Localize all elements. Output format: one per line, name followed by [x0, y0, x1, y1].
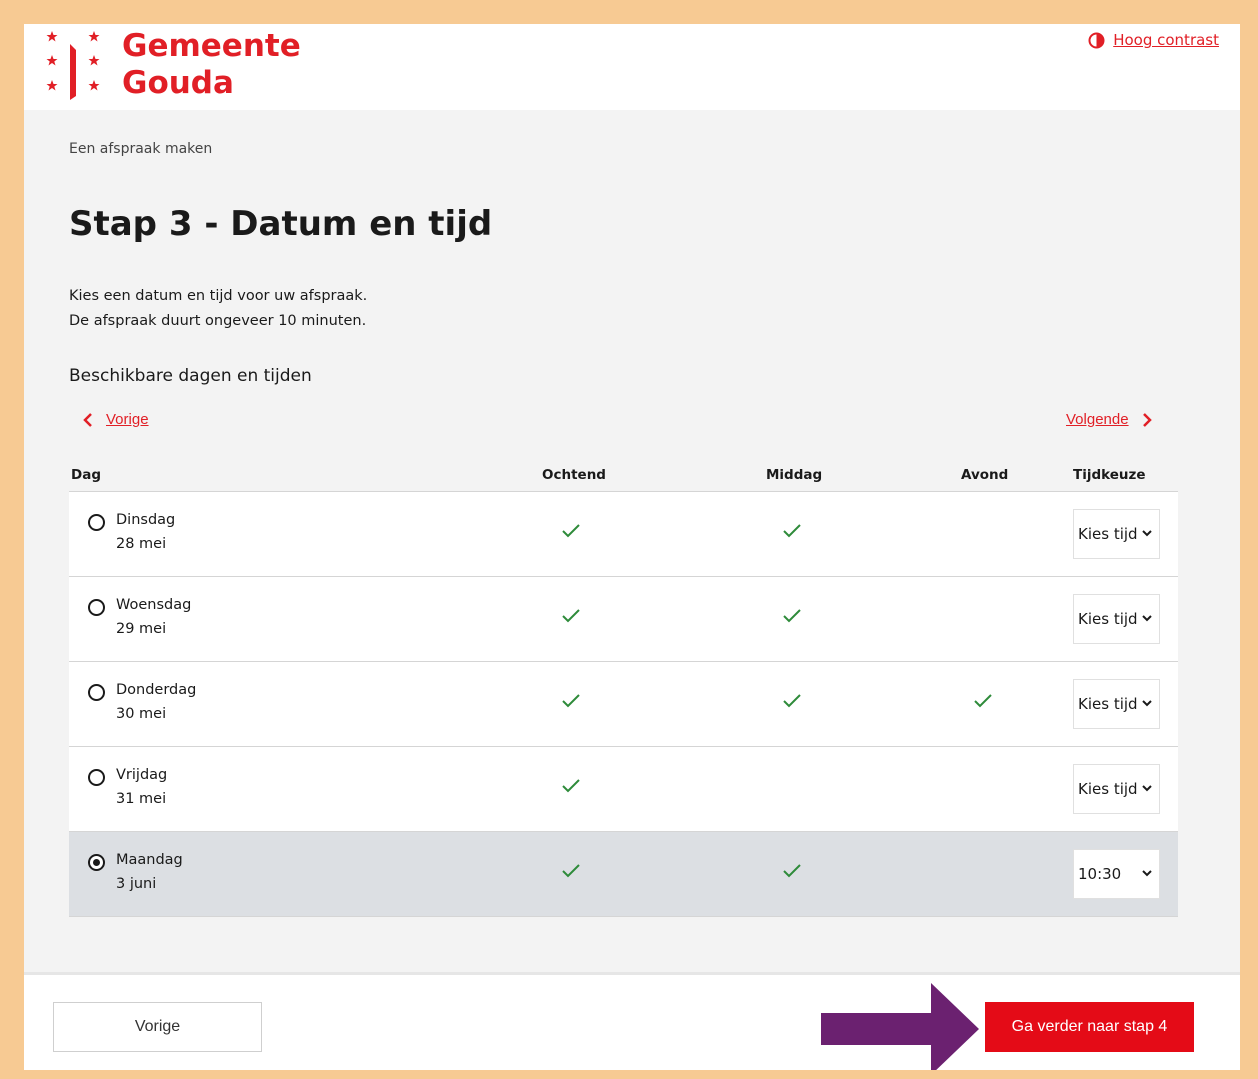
time-select[interactable]: Kies tijd — [1073, 679, 1160, 729]
table-row[interactable]: Donderdag 30 mei Kies tijd — [69, 661, 1178, 746]
continue-button[interactable]: Ga verder naar stap 4 — [985, 1002, 1194, 1052]
checkmark-icon — [783, 864, 801, 878]
header-morning: Ochtend — [542, 467, 606, 483]
day-radio[interactable] — [88, 514, 105, 531]
checkmark-icon — [562, 609, 580, 623]
day-date: 28 mei — [116, 536, 167, 552]
table-row[interactable]: Maandag 3 juni 10:30 — [69, 831, 1178, 916]
table-body: Dinsdag 28 mei Kies tijd Woensdag 29 mei Kies… — [69, 491, 1178, 917]
prev-week-link[interactable]: Vorige — [82, 411, 149, 428]
contrast-link[interactable]: Hoog contrast — [1113, 31, 1219, 49]
day-name: Vrijdag — [116, 767, 168, 783]
table-header: Dag Ochtend Middag Avond Tijdkeuze — [69, 461, 1178, 491]
prev-week-label[interactable]: Vorige — [106, 411, 149, 428]
header-evening: Avond — [961, 467, 1009, 483]
time-select[interactable]: Kies tijd — [1073, 509, 1160, 559]
chevron-down-icon — [1142, 615, 1152, 622]
checkmark-icon — [562, 779, 580, 793]
breadcrumb: Een afspraak maken — [69, 141, 213, 157]
intro-line1: Kies een datum en tijd voor uw afspraak. — [69, 288, 368, 304]
day-radio[interactable] — [88, 599, 105, 616]
checkmark-icon — [562, 524, 580, 538]
page-frame: Gemeente Gouda Hoog contrast Een afspraa… — [24, 24, 1240, 1070]
availability-table: Dag Ochtend Middag Avond Tijdkeuze Dinsd… — [69, 461, 1178, 917]
day-radio[interactable] — [88, 854, 105, 871]
day-date: 3 juni — [116, 876, 157, 892]
site-header: Gemeente Gouda Hoog contrast — [24, 24, 1240, 110]
time-select[interactable]: Kies tijd — [1073, 594, 1160, 644]
gouda-stars-logo-icon — [46, 31, 100, 100]
intro-text: Kies een datum en tijd voor uw afspraak.… — [69, 284, 367, 334]
radio-selected-dot — [93, 859, 100, 866]
page-title: Stap 3 - Datum en tijd — [69, 204, 493, 244]
table-row[interactable]: Vrijdag 31 mei Kies tijd — [69, 746, 1178, 831]
day-name: Donderdag — [116, 682, 197, 698]
logo[interactable]: Gemeente Gouda — [44, 28, 344, 104]
next-week-link[interactable]: Volgende — [1066, 411, 1153, 428]
time-select[interactable]: Kies tijd — [1073, 764, 1160, 814]
checkmark-icon — [974, 694, 992, 708]
day-radio[interactable] — [88, 684, 105, 701]
checkmark-icon — [783, 609, 801, 623]
day-name: Dinsdag — [116, 512, 176, 528]
next-week-label[interactable]: Volgende — [1066, 411, 1129, 428]
logo-line1: Gemeente — [122, 28, 301, 64]
header-time: Tijdkeuze — [1073, 467, 1146, 483]
checkmark-icon — [562, 694, 580, 708]
back-button[interactable]: Vorige — [53, 1002, 262, 1052]
contrast-toggle[interactable]: Hoog contrast — [1088, 31, 1219, 49]
table-row[interactable]: Woensdag 29 mei Kies tijd — [69, 576, 1178, 661]
time-select-value: Kies tijd — [1078, 610, 1138, 628]
arrow-right-icon — [821, 983, 979, 1070]
chevron-down-icon — [1142, 870, 1152, 877]
day-radio[interactable] — [88, 769, 105, 786]
header-afternoon: Middag — [766, 467, 823, 483]
time-select-value: 10:30 — [1078, 865, 1122, 883]
logo-text: Gemeente Gouda — [122, 28, 301, 102]
chevron-down-icon — [1142, 530, 1152, 537]
chevron-right-icon — [1142, 412, 1152, 427]
day-name: Woensdag — [116, 597, 192, 613]
intro-line2: De afspraak duurt ongeveer 10 minuten. — [69, 313, 367, 329]
time-select-value: Kies tijd — [1078, 695, 1138, 713]
checkmark-icon — [783, 694, 801, 708]
day-date: 29 mei — [116, 621, 167, 637]
chevron-down-icon — [1142, 700, 1152, 707]
checkmark-icon — [783, 524, 801, 538]
time-select-value: Kies tijd — [1078, 780, 1138, 798]
checkmark-icon — [562, 864, 580, 878]
time-select-value: Kies tijd — [1078, 525, 1138, 543]
table-row[interactable]: Dinsdag 28 mei Kies tijd — [69, 491, 1178, 576]
logo-line2: Gouda — [122, 65, 234, 101]
chevron-down-icon — [1142, 785, 1152, 792]
section-title: Beschikbare dagen en tijden — [69, 366, 312, 386]
day-date: 31 mei — [116, 791, 167, 807]
day-name: Maandag — [116, 852, 183, 868]
chevron-left-icon — [83, 412, 92, 427]
time-select[interactable]: 10:30 — [1073, 849, 1160, 899]
day-date: 30 mei — [116, 706, 167, 722]
header-day: Dag — [71, 467, 101, 483]
footer-bar: Vorige Ga verder naar stap 4 — [24, 972, 1240, 1070]
contrast-icon — [1088, 32, 1105, 48]
